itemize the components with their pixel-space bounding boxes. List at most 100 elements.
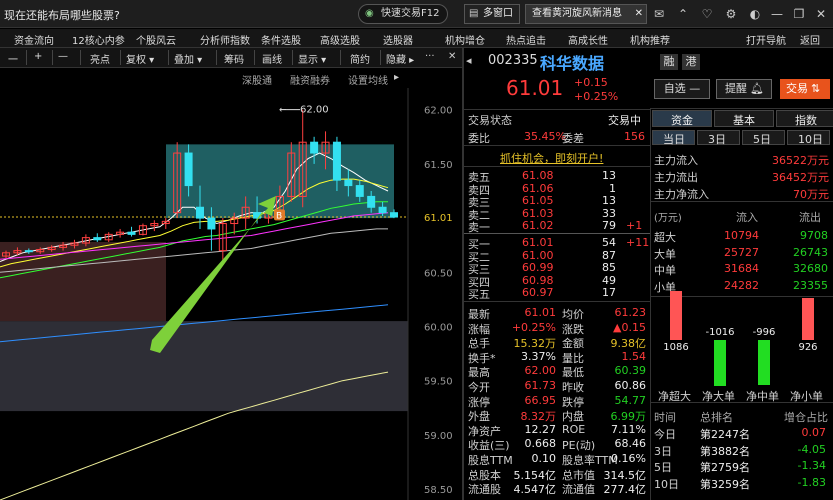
heart-icon[interactable]: ♡ bbox=[698, 5, 716, 23]
bid-volume: 49 bbox=[602, 273, 616, 287]
column-divider bbox=[650, 108, 651, 500]
period-tab-label: 当日 bbox=[663, 133, 685, 146]
margin-tag[interactable]: 融 bbox=[660, 54, 678, 70]
ask-price: 61.02 bbox=[522, 219, 554, 233]
menu-item[interactable]: 高成长性 bbox=[568, 32, 608, 47]
menu-item[interactable]: 返回 bbox=[800, 32, 820, 47]
close-panel-icon[interactable]: ✕ bbox=[448, 51, 456, 62]
bid-price: 60.97 bbox=[522, 286, 554, 300]
tool-minus[interactable]: 一 bbox=[8, 51, 18, 66]
menu-item[interactable]: 个股风云 bbox=[136, 32, 176, 47]
subbar-margin[interactable]: 融资融券 bbox=[290, 72, 330, 87]
tool-chips[interactable]: 筹码 bbox=[224, 51, 244, 66]
y-tick-label: 61.01 bbox=[424, 213, 453, 224]
price-change-pct: +0.25% bbox=[574, 90, 619, 103]
banner-close-icon[interactable]: ✕ bbox=[635, 5, 643, 23]
weibi-value: 35.45% bbox=[524, 130, 566, 143]
tab-basic[interactable]: 基本 bbox=[714, 110, 774, 127]
stat-label: 均价 bbox=[562, 308, 584, 321]
hk-tag[interactable]: 港 bbox=[682, 54, 700, 70]
settings-icon[interactable]: ⚙ bbox=[722, 5, 740, 23]
period-tab-label: 3日 bbox=[708, 133, 726, 146]
minimize-icon[interactable]: — bbox=[768, 5, 786, 23]
ask-price: 61.03 bbox=[522, 206, 554, 220]
ask-label: 卖一 bbox=[468, 221, 490, 235]
maximize-icon[interactable]: ❐ bbox=[790, 5, 808, 23]
menu-item[interactable]: 条件选股 bbox=[261, 32, 301, 47]
multi-window-button[interactable]: ▤ 多窗口 bbox=[464, 4, 520, 24]
rank-head: 增仓占比 bbox=[784, 411, 828, 424]
tool-display[interactable]: 显示 ▾ bbox=[298, 51, 326, 66]
y-tick-label: 61.50 bbox=[424, 160, 453, 171]
candle-body bbox=[93, 237, 102, 241]
menu-item[interactable]: 分析师指数 bbox=[200, 32, 250, 47]
question-link[interactable]: 现在还能布局哪些股票? bbox=[4, 7, 120, 23]
menu-item[interactable]: 选股器 bbox=[383, 32, 413, 47]
stat-value: 8.32万 bbox=[520, 410, 557, 424]
y-tick-label: 58.50 bbox=[424, 485, 453, 496]
promo-link[interactable]: 抓住机会，即刻开户! bbox=[500, 150, 603, 165]
bid-volume: 87 bbox=[602, 248, 616, 262]
candle-body bbox=[378, 206, 387, 214]
theme-icon[interactable]: ◐ bbox=[746, 5, 764, 23]
net-bar-value: -1016 bbox=[705, 327, 735, 338]
divider bbox=[464, 166, 650, 167]
net-bar-label: 净小单 bbox=[790, 390, 823, 403]
period-tab[interactable]: 5日 bbox=[742, 130, 785, 146]
kline-chart[interactable]: 62.00 61.50 61.01 60.50 60.00 59.50 59.00 58.50… bbox=[0, 88, 462, 500]
y-tick-label: 59.50 bbox=[424, 377, 453, 388]
size-label: 大单 bbox=[654, 247, 676, 261]
stat-value: 0.668 bbox=[524, 437, 557, 451]
menu-item[interactable]: 机构增仓 bbox=[445, 32, 485, 47]
subbar-ma-setting[interactable]: 设置均线 bbox=[348, 72, 388, 87]
menu-item[interactable]: 热点追击 bbox=[506, 32, 546, 47]
tab-index[interactable]: 指数 bbox=[776, 110, 833, 127]
up-icon[interactable]: ⌃ bbox=[674, 5, 692, 23]
rank-value: 第2759名 bbox=[700, 461, 750, 474]
net-bar bbox=[802, 297, 814, 340]
rank-value: 第3882名 bbox=[700, 444, 750, 458]
trade-button[interactable]: 交易 ⇅ bbox=[780, 79, 830, 99]
rank-period: 3日 bbox=[654, 444, 672, 458]
stat-label: 净资产 bbox=[468, 424, 501, 438]
tab-fund[interactable]: 资金 bbox=[652, 110, 712, 127]
tool-overlay[interactable]: 叠加 ▾ bbox=[174, 51, 202, 66]
menu-item[interactable]: 资金流向 bbox=[14, 32, 54, 47]
divider bbox=[650, 108, 833, 109]
close-icon[interactable]: ✕ bbox=[812, 5, 830, 23]
period-tab[interactable]: 10日 bbox=[787, 130, 830, 146]
stat-value: 1.54 bbox=[621, 349, 647, 363]
tool-adjust[interactable]: 复权 ▾ bbox=[126, 51, 154, 66]
watchlist-button[interactable]: 自选 — bbox=[654, 79, 710, 99]
tool-dash[interactable]: — bbox=[58, 51, 68, 62]
size-out: 32680 bbox=[793, 262, 828, 276]
menu-item[interactable]: 打开导航 bbox=[746, 32, 786, 47]
tool-draw[interactable]: 画线 bbox=[262, 51, 282, 66]
stat-label: 总股本 bbox=[468, 468, 501, 482]
tool-plus[interactable]: + bbox=[34, 51, 42, 62]
alert-button[interactable]: 提醒 🔔︎ bbox=[716, 79, 772, 99]
stat-label: ROE bbox=[562, 422, 586, 436]
subbar-sgt[interactable]: 深股通 bbox=[242, 72, 272, 87]
menu-item[interactable]: 机构推荐 bbox=[630, 32, 670, 47]
stat-value: 68.46 bbox=[614, 437, 647, 451]
menu-item[interactable]: 高级选股 bbox=[320, 32, 360, 47]
news-banner[interactable]: 查看黄河旋风新消息 ✕ bbox=[525, 4, 647, 24]
y-tick-label: 62.00 bbox=[424, 106, 453, 117]
dots-icon[interactable]: ··· bbox=[425, 51, 435, 62]
candle-body bbox=[332, 141, 341, 181]
back-arrow-icon[interactable]: ◂ bbox=[466, 54, 472, 67]
tool-highlight[interactable]: 亮点 bbox=[90, 51, 110, 66]
tool-hide[interactable]: 隐藏 ▸ bbox=[386, 51, 414, 66]
ask-label: 卖四 bbox=[468, 183, 490, 197]
period-tab[interactable]: 3日 bbox=[697, 130, 740, 146]
period-tab[interactable]: 当日 bbox=[652, 130, 695, 146]
quick-trade-button[interactable]: ◉ 快速交易F12 bbox=[358, 4, 449, 24]
menu-item[interactable]: 12核心内参 bbox=[72, 32, 125, 47]
tab-label: 资金 bbox=[671, 114, 693, 127]
ma-setting-icon[interactable]: ▸ bbox=[394, 72, 399, 83]
tab-label: 基本 bbox=[733, 114, 755, 127]
tool-simple[interactable]: 简约 bbox=[350, 51, 370, 66]
ask-label: 卖三 bbox=[468, 196, 490, 210]
mail-icon[interactable]: ✉ bbox=[650, 5, 668, 23]
